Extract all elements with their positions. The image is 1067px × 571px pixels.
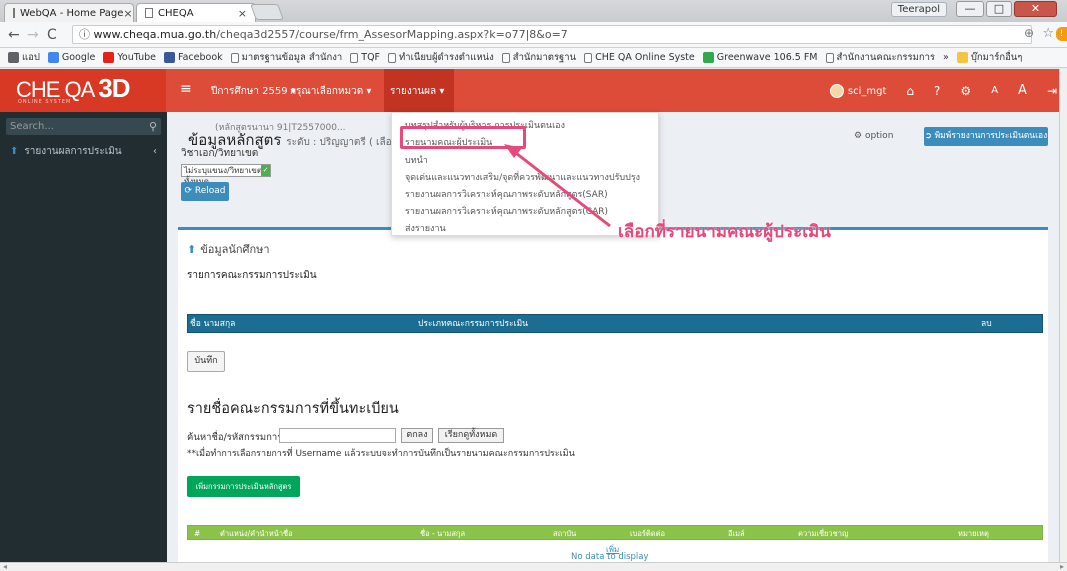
- annotation-arrow: [504, 144, 611, 228]
- annotation-text: เลือกที่รายนามคณะผู้ประเมิน: [618, 222, 831, 242]
- horizontal-scrollbar[interactable]: ◂ ▸: [0, 562, 1067, 571]
- scroll-right-icon[interactable]: ▸: [1060, 562, 1064, 571]
- scroll-left-icon[interactable]: ◂: [3, 562, 7, 571]
- vertical-scrollbar[interactable]: [1059, 69, 1067, 562]
